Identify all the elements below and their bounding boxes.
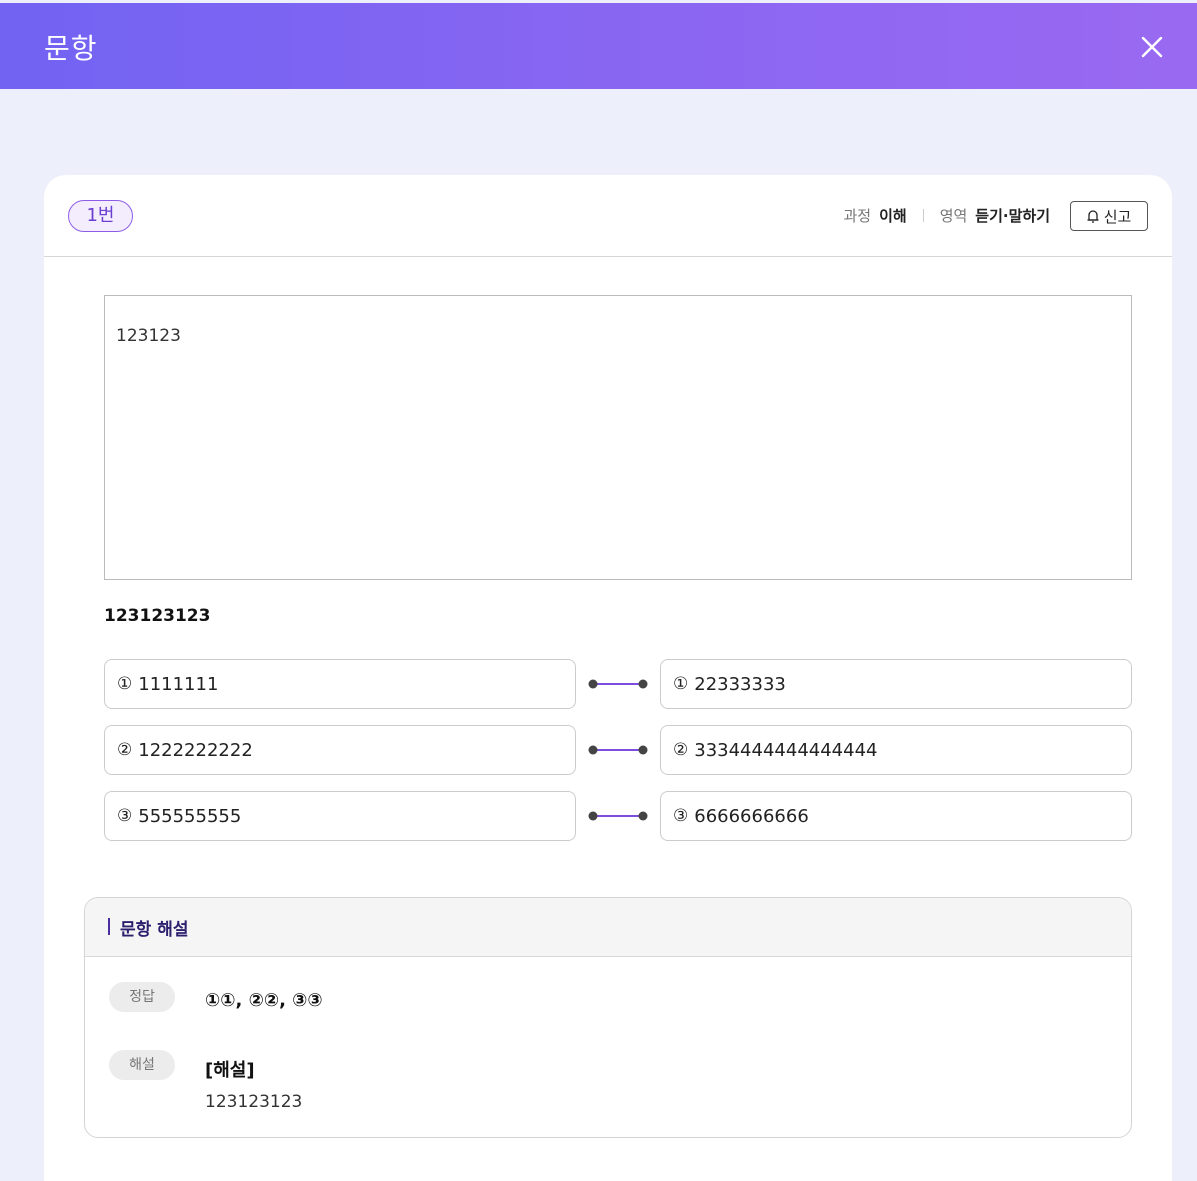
matching-row: ① 1111111 ① 22333333 (104, 659, 1132, 709)
meta-area-label: 영역 (939, 206, 968, 225)
match-connector (588, 679, 648, 689)
explanation-header: 문항 해설 (85, 898, 1131, 957)
answer-text: ①①, ②②, ③③ (205, 990, 323, 1011)
bell-icon (1087, 209, 1099, 223)
left-option[interactable]: ① 1111111 (104, 659, 576, 709)
option-text: 6666666666 (694, 805, 809, 827)
question-card-header: 1번 과정 이해 영역 듣기·말하기 신고 (44, 175, 1172, 257)
report-label: 신고 (1103, 207, 1132, 226)
option-text: 1111111 (138, 673, 219, 695)
match-connector (588, 811, 648, 821)
modal-header: 문항 (0, 3, 1197, 89)
close-icon (1141, 36, 1163, 58)
title-accent-bar (108, 918, 110, 935)
passage-box: 123123 (104, 295, 1132, 580)
solution-tag: 해설 (109, 1050, 175, 1080)
option-text: 3334444444444444 (694, 739, 878, 761)
left-option[interactable]: ③ 555555555 (104, 791, 576, 841)
question-meta: 과정 이해 영역 듣기·말하기 (843, 204, 1050, 226)
option-text: 555555555 (138, 805, 242, 827)
solution-body: 123123123 (205, 1092, 303, 1112)
meta-area-value: 듣기·말하기 (975, 206, 1050, 225)
option-number: ② (673, 740, 689, 760)
right-option[interactable]: ① 22333333 (660, 659, 1132, 709)
modal-title: 문항 (44, 32, 98, 65)
option-text: 1222222222 (138, 739, 253, 761)
meta-course-label: 과정 (843, 206, 872, 225)
question-card: 1번 과정 이해 영역 듣기·말하기 신고 123123 123123123 ①… (44, 175, 1172, 1181)
right-option[interactable]: ② 3334444444444444 (660, 725, 1132, 775)
question-text: 123123123 (104, 606, 211, 626)
solution-title: [해설] (205, 1060, 255, 1081)
matching-row: ② 1222222222 ② 3334444444444444 (104, 725, 1132, 775)
explanation-title: 문항 해설 (120, 920, 189, 940)
right-option[interactable]: ③ 6666666666 (660, 791, 1132, 841)
option-number: ③ (117, 806, 133, 826)
report-button[interactable]: 신고 (1070, 201, 1148, 231)
match-connector (588, 745, 648, 755)
question-number-badge: 1번 (68, 200, 133, 232)
option-number: ① (673, 674, 689, 694)
left-option[interactable]: ② 1222222222 (104, 725, 576, 775)
answer-tag: 정답 (109, 982, 175, 1012)
matching-row: ③ 555555555 ③ 6666666666 (104, 791, 1132, 841)
option-text: 22333333 (694, 673, 786, 695)
meta-divider (922, 208, 924, 222)
passage-text: 123123 (116, 326, 181, 346)
meta-course-value: 이해 (879, 206, 907, 225)
option-number: ① (117, 674, 133, 694)
close-button[interactable] (1138, 33, 1166, 61)
explanation-panel: 문항 해설 정답 ①①, ②②, ③③ 해설 [해설] 123123123 (84, 897, 1132, 1138)
option-number: ③ (673, 806, 689, 826)
option-number: ② (117, 740, 133, 760)
